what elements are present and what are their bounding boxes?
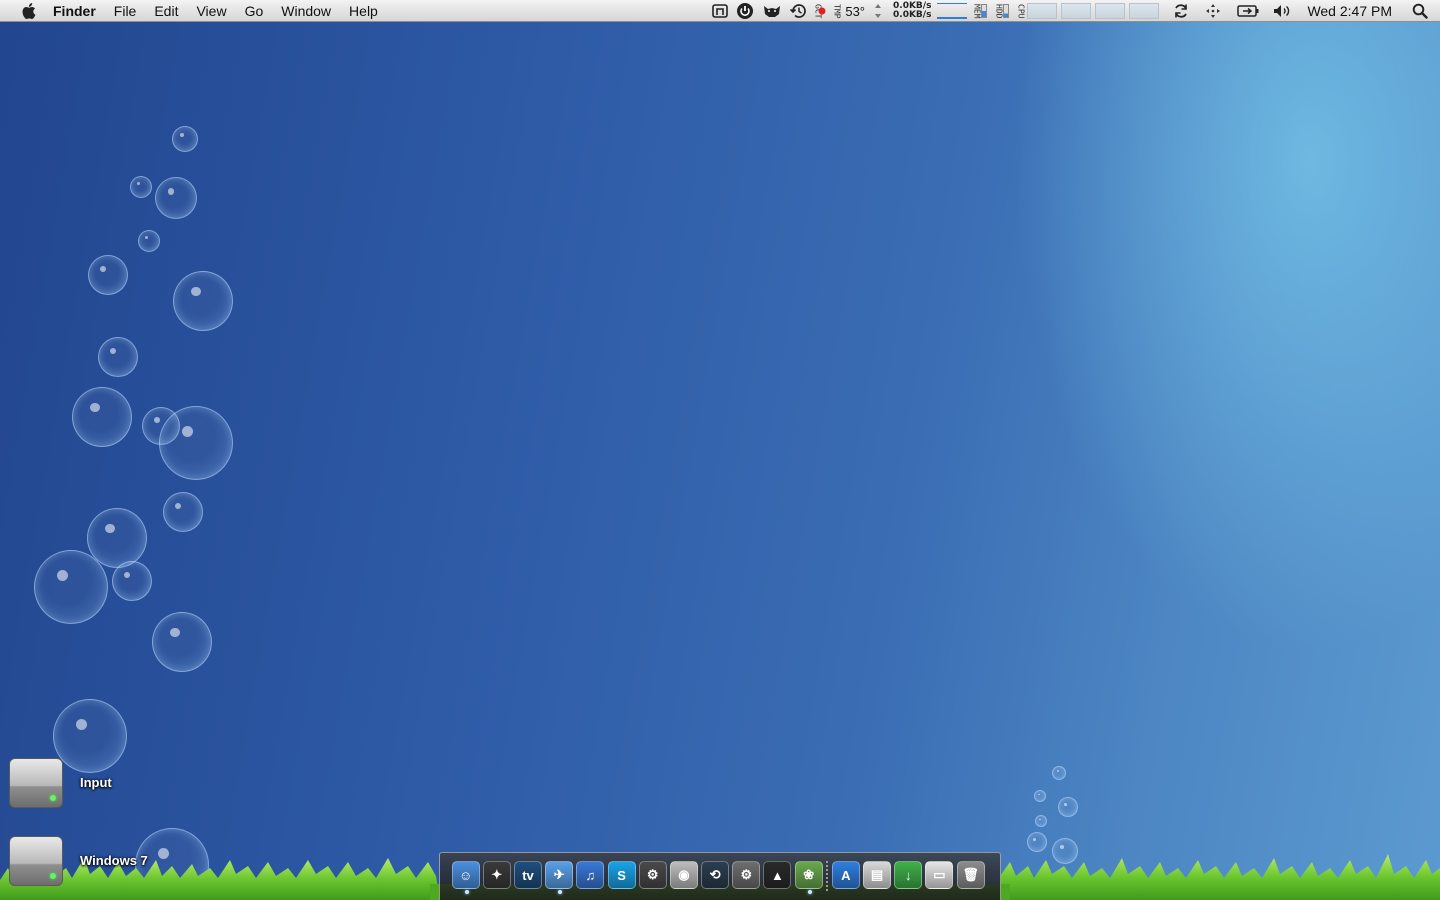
network-speed[interactable]: 0.0KB/s 0.0KB/s: [893, 2, 931, 20]
move-icon[interactable]: [1205, 0, 1221, 22]
cpu-label: CPU: [1016, 0, 1026, 22]
temp-right-text: TMP: [832, 3, 842, 19]
dock-icons: ☺ ✦ tv ✈ ♫ S ⚙ ◉ ⟲ ⚙ ▲ ❀ A ▤ ↓ ▭ 🗑: [450, 861, 986, 894]
drive-windows7-icon[interactable]: [8, 832, 66, 890]
documents-icon[interactable]: ▤: [863, 861, 892, 889]
itunes-icon[interactable]: ♫: [576, 861, 605, 889]
game-icon[interactable]: ❀: [794, 861, 823, 894]
dashboard-icon[interactable]: ✦: [482, 861, 511, 889]
desktop-background: Input Windows 7 ☺ ✦ tv ✈ ♫ S ⚙ ◉ ⟲ ⚙ ▲ ❀ A ▤ ↓ ▭ 🗑: [0, 0, 1440, 900]
temp-right-label: TMP: [832, 0, 842, 22]
power-icon[interactable]: [736, 0, 754, 22]
volume-icon[interactable]: [1273, 0, 1291, 22]
dvd-icon[interactable]: ◉: [669, 861, 698, 889]
temperature-readout[interactable]: 53°: [845, 0, 865, 22]
time-machine-dock-icon[interactable]: ⟲: [701, 861, 730, 889]
downloads-icon[interactable]: ↓: [894, 861, 923, 889]
ilife-menu-icon[interactable]: [712, 0, 729, 22]
menu-view[interactable]: View: [187, 0, 235, 22]
mem-meter[interactable]: [981, 0, 988, 22]
stack-icon[interactable]: ▭: [925, 861, 954, 889]
cpu-graph-2[interactable]: [1061, 3, 1092, 19]
cpu-label-text: CPU: [1016, 3, 1026, 19]
time-machine-icon[interactable]: [790, 0, 808, 22]
hdd-label: HDD: [994, 0, 1004, 22]
menu-edit[interactable]: Edit: [145, 0, 187, 22]
steam-icon[interactable]: ⚙: [638, 861, 667, 889]
menu-go[interactable]: Go: [236, 0, 273, 22]
menu-help[interactable]: Help: [340, 0, 387, 22]
dock: ☺ ✦ tv ✈ ♫ S ⚙ ◉ ⟲ ⚙ ▲ ❀ A ▤ ↓ ▭ 🗑: [439, 852, 1001, 900]
dock-separator: [826, 861, 829, 891]
skype-icon[interactable]: S: [607, 861, 636, 889]
menu-window[interactable]: Window: [272, 0, 340, 22]
hdd-meter[interactable]: [1003, 0, 1010, 22]
tv-icon[interactable]: tv: [513, 861, 542, 889]
system-preferences-icon[interactable]: ⚙: [732, 861, 761, 889]
running-indicator: [464, 890, 469, 894]
network-arrows-icon: [873, 0, 883, 22]
menu-file[interactable]: File: [105, 0, 146, 22]
hat-icon[interactable]: ▲: [763, 861, 792, 889]
trash-icon[interactable]: 🗑: [956, 861, 985, 889]
network-graph: [937, 0, 968, 22]
app-store-icon[interactable]: A: [831, 861, 860, 889]
finder-icon[interactable]: ☺: [451, 861, 480, 894]
running-indicator: [807, 890, 812, 894]
hdd-label-text: HDD: [994, 3, 1004, 19]
network-down-speed: 0.0KB/s: [893, 10, 932, 20]
cpu-graph-3[interactable]: [1095, 3, 1126, 19]
drive-input-icon[interactable]: [8, 754, 66, 812]
cpu-graph-4[interactable]: [1129, 3, 1160, 19]
drive-input-label[interactable]: Input: [80, 775, 112, 790]
cpu-graph-1[interactable]: [1027, 3, 1058, 19]
drive-windows7-label[interactable]: Windows 7: [80, 853, 148, 868]
battery-icon[interactable]: [1237, 0, 1259, 22]
mem-label: MEM: [972, 0, 982, 22]
menu-bar: Finder File Edit View Go Window Help GCT…: [0, 0, 1440, 22]
apple-menu-icon[interactable]: [17, 0, 39, 22]
cat-icon[interactable]: [762, 0, 782, 22]
spotlight-icon[interactable]: [1412, 0, 1428, 22]
mem-label-text: MEM: [972, 3, 982, 19]
sync-icon[interactable]: [1173, 0, 1189, 22]
menu-clock[interactable]: Wed 2:47 PM: [1307, 3, 1392, 19]
safari-icon[interactable]: ✈: [545, 861, 574, 894]
running-indicator: [558, 890, 563, 894]
menu-app-name[interactable]: Finder: [53, 0, 105, 22]
record-icon: [818, 0, 826, 22]
